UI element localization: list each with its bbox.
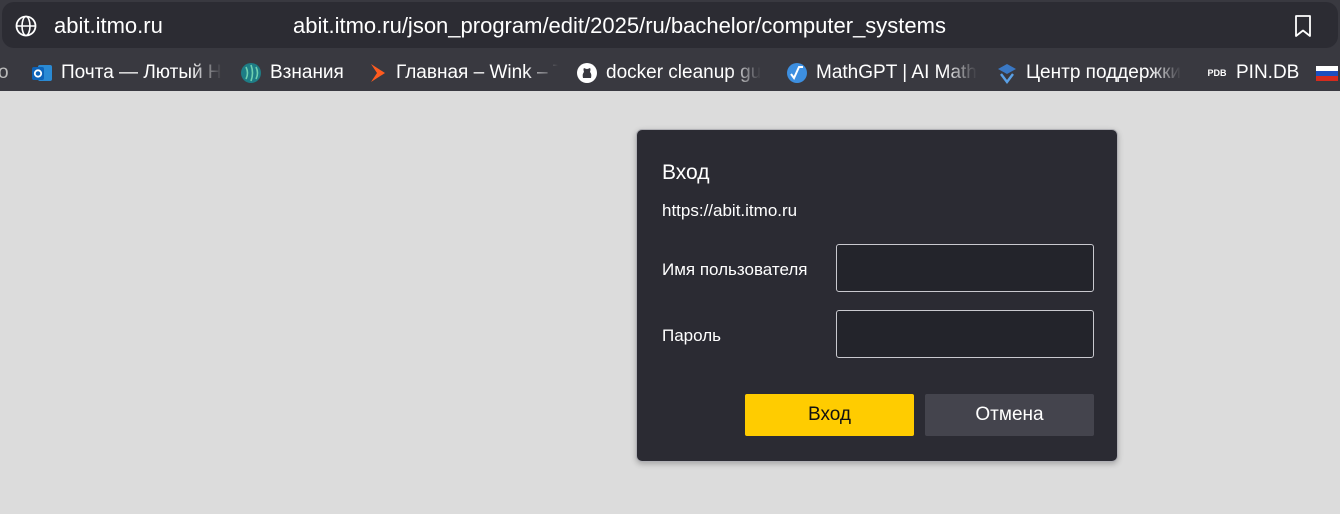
bookmark-item[interactable]: MathGPT | AI Math [786,60,978,86]
bookmark-label: docker cleanup gu [606,62,762,83]
pdb-icon: PDB [1206,62,1228,84]
password-input[interactable] [836,310,1094,358]
support-icon [996,62,1018,84]
flag-icon [1316,62,1338,84]
bookmark-label: MathGPT | AI Math [816,62,977,83]
globe-icon[interactable] [14,14,38,38]
bookmark-label: Взнания [270,62,344,83]
bookmark-item[interactable] [1316,60,1340,86]
outlook-icon [31,62,53,84]
bookmark-item[interactable]: Главная – Wink – Т [366,60,558,86]
bookmarks-bar: о Почта — Лютый Н Взнания Главная – Wink… [0,55,1340,91]
cancel-button[interactable]: Отмена [925,394,1094,436]
vznaniya-icon [240,62,262,84]
dialog-origin: https://abit.itmo.ru [662,201,798,220]
username-input[interactable] [836,244,1094,292]
password-label: Пароль [662,326,721,345]
bookmark-label: Главная – Wink – Т [396,62,558,83]
bookmark-item[interactable]: Центр поддержки [996,60,1188,86]
bookmark-item[interactable]: о [0,60,12,86]
address-host[interactable]: abit.itmo.ru [54,13,163,39]
bookmark-item[interactable]: Почта — Лютый Н [31,60,222,86]
bookmark-label: PIN.DB [1236,62,1300,83]
username-label: Имя пользователя [662,260,808,279]
bookmark-label: о [0,62,9,83]
bookmark-item[interactable]: docker cleanup gu [576,60,768,86]
bookmark-label: Почта — Лютый Н [61,62,222,83]
bookmark-icon[interactable] [1292,14,1314,38]
address-url[interactable]: abit.itmo.ru/json_program/edit/2025/ru/b… [293,13,946,39]
github-icon [576,62,598,84]
bookmark-item[interactable]: PDB PIN.DB [1206,60,1306,86]
auth-dialog: Вход https://abit.itmo.ru Имя пользовате… [636,129,1118,462]
bookmark-label: Центр поддержки [1026,62,1182,83]
bookmark-item[interactable]: Взнания [240,60,350,86]
mathgpt-icon [786,62,808,84]
dialog-title: Вход [662,161,710,184]
login-button[interactable]: Вход [745,394,914,436]
pdb-icon-text: PDB [1207,68,1227,78]
address-bar[interactable]: abit.itmo.ru abit.itmo.ru/json_program/e… [2,2,1338,48]
browser-toolbar: abit.itmo.ru abit.itmo.ru/json_program/e… [0,0,1340,91]
wink-icon [366,62,388,84]
